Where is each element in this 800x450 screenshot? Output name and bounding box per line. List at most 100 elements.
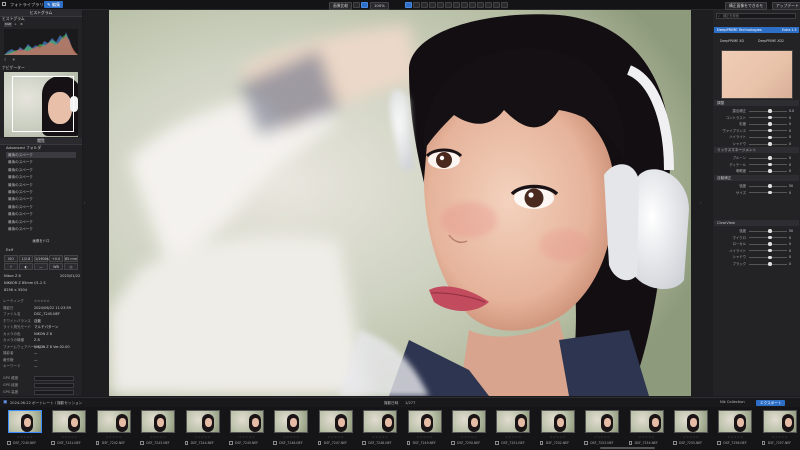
compare-icon[interactable]: [485, 1, 492, 8]
album-item[interactable]: 最後のスペーク: [6, 152, 76, 158]
slider-row[interactable]: 彩度 0: [716, 121, 798, 127]
thumbnail-checkbox[interactable]: [539, 441, 544, 445]
thumbnail-checkbox[interactable]: [229, 441, 233, 445]
slider-row[interactable]: ハイライト 0: [716, 248, 798, 254]
clearview-section-header[interactable]: ClearView: [714, 220, 799, 226]
slider-value[interactable]: 0: [789, 155, 799, 161]
filmstrip-thumbnail[interactable]: [407, 410, 442, 433]
filmstrip-thumbnail[interactable]: [496, 410, 531, 433]
crop-tool-icon[interactable]: [405, 1, 412, 8]
slider-row[interactable]: サイズ 0: [716, 190, 798, 196]
slider-row[interactable]: コントラスト 0: [716, 115, 798, 121]
filmstrip-scrollbar[interactable]: [600, 447, 655, 449]
filmstrip-thumbnail[interactable]: [96, 410, 131, 433]
thumbnail-checkbox[interactable]: [451, 441, 455, 445]
local-adjust-icon[interactable]: [437, 1, 444, 8]
fullscreen-icon[interactable]: [501, 1, 508, 8]
navigator-thumbnail[interactable]: [4, 72, 78, 137]
thumbnail-checkbox[interactable]: [7, 441, 11, 445]
option-deepprime-xd[interactable]: DeepPRIME XD: [720, 39, 744, 43]
slider-row[interactable]: 強度 50: [716, 228, 798, 234]
album-item[interactable]: 最後のスペーク: [6, 226, 76, 232]
gps-field[interactable]: [34, 390, 74, 395]
slider-knob[interactable]: [768, 135, 772, 140]
slider-knob[interactable]: [768, 248, 772, 253]
thumbnail-rating[interactable]: ☆☆☆☆☆: [8, 435, 42, 439]
overlay-icon[interactable]: [477, 1, 484, 8]
histogram-toggle-icon[interactable]: [493, 1, 500, 8]
slider-value[interactable]: 0: [789, 128, 799, 134]
update-button[interactable]: アップデート: [772, 1, 800, 10]
slider-knob[interactable]: [768, 255, 772, 260]
slider-value[interactable]: 50: [789, 228, 799, 234]
album-item[interactable]: 最後のスペーク: [6, 159, 76, 165]
thumbnail-checkbox[interactable]: [51, 441, 55, 445]
slider-value[interactable]: 0: [789, 241, 799, 247]
slider-knob[interactable]: [768, 115, 772, 120]
album-item[interactable]: 最後のスペーク: [6, 174, 76, 180]
thumbnail-rating[interactable]: ☆☆☆☆☆: [541, 435, 575, 439]
filmstrip-thumbnail[interactable]: [8, 410, 42, 433]
slider-knob[interactable]: [768, 190, 772, 195]
clipping-shadow-icon[interactable]: ☾: [4, 57, 8, 62]
hist-tab-rgb[interactable]: RGB: [4, 22, 12, 27]
filmstrip-thumbnail[interactable]: [452, 410, 486, 433]
thumbnail-checkbox[interactable]: [717, 441, 721, 445]
repair-tool-icon[interactable]: [429, 1, 436, 8]
thumbnail-rating[interactable]: ☆☆☆☆☆: [630, 435, 664, 439]
thumbnail-checkbox[interactable]: [273, 441, 277, 445]
slider-value[interactable]: 0: [789, 168, 799, 174]
thumbnail-rating[interactable]: ☆☆☆☆☆: [97, 435, 131, 439]
filmstrip-thumbnail[interactable]: [274, 410, 309, 433]
thumbnail-checkbox[interactable]: [584, 441, 588, 445]
slider-value[interactable]: 0: [789, 261, 799, 267]
thumbnail-rating[interactable]: ☆☆☆☆☆: [718, 435, 752, 439]
slider-knob[interactable]: [768, 156, 772, 160]
slider-knob[interactable]: [768, 128, 772, 133]
correction-search-input[interactable]: ⌕ 補正を検索: [716, 13, 796, 19]
filmstrip-thumbnail[interactable]: [540, 410, 575, 433]
thumbnail-checkbox[interactable]: [673, 441, 677, 445]
denoise-header[interactable]: DeepPRIME Technologies Extra 1.5: [714, 27, 799, 33]
thumbnail-rating[interactable]: ☆☆☆☆☆: [52, 435, 86, 439]
filmstrip-thumbnail[interactable]: [762, 410, 797, 433]
filmstrip-thumbnail[interactable]: [318, 410, 353, 433]
zoom-level[interactable]: 100%: [370, 1, 389, 10]
slider-value[interactable]: 0: [789, 115, 799, 121]
tab-edit[interactable]: ✎ 編集: [44, 1, 64, 8]
collapse-right-icon[interactable]: ›: [700, 200, 702, 205]
slider-knob[interactable]: [768, 109, 772, 113]
thumbnail-rating[interactable]: ☆☆☆☆☆: [408, 435, 442, 439]
thumbnail-rating[interactable]: ☆☆☆☆☆: [141, 435, 175, 439]
filmstrip-thumbnail[interactable]: [629, 410, 664, 433]
slider-value[interactable]: 0: [789, 121, 799, 127]
clipping-highlight-icon[interactable]: ☀: [12, 57, 16, 62]
filmstrip-thumbnail[interactable]: [718, 410, 753, 433]
thumbnail-rating[interactable]: ☆☆☆☆☆: [319, 435, 353, 439]
adjust-section-header[interactable]: 調整: [714, 100, 799, 106]
thumbnail-rating[interactable]: ☆☆☆☆☆: [496, 435, 530, 439]
slider-value[interactable]: 0: [789, 254, 799, 260]
slider-value[interactable]: 0: [789, 190, 799, 196]
eyedropper-icon[interactable]: [453, 1, 460, 8]
albums-head[interactable]: Advanced フォルダ: [6, 145, 41, 151]
thumbnail-checkbox[interactable]: [761, 441, 766, 445]
library-icon[interactable]: [2, 2, 6, 6]
thumbnail-rating[interactable]: ☆☆☆☆☆: [763, 435, 797, 439]
grid-view-icon[interactable]: [353, 1, 360, 8]
album-item[interactable]: 最後のスペーク: [6, 189, 76, 195]
filmstrip-thumbnail[interactable]: [674, 410, 708, 433]
metadata-value[interactable]: —: [34, 363, 38, 370]
album-item[interactable]: 最後のスペーク: [6, 219, 76, 225]
perspective-tool-icon[interactable]: [421, 1, 428, 8]
slider-value[interactable]: 0: [789, 248, 799, 254]
slider-value[interactable]: 0: [789, 235, 799, 241]
thumbnail-checkbox[interactable]: [95, 441, 100, 445]
image-viewer[interactable]: [109, 10, 691, 396]
slider-value[interactable]: 0: [789, 162, 799, 168]
slider-knob[interactable]: [768, 122, 772, 126]
slider-knob[interactable]: [768, 169, 772, 173]
thumbnail-checkbox[interactable]: [628, 441, 633, 445]
nik-collection-button[interactable]: Nik Collection: [720, 400, 745, 404]
album-item[interactable]: 最後のスペーク: [6, 167, 76, 173]
